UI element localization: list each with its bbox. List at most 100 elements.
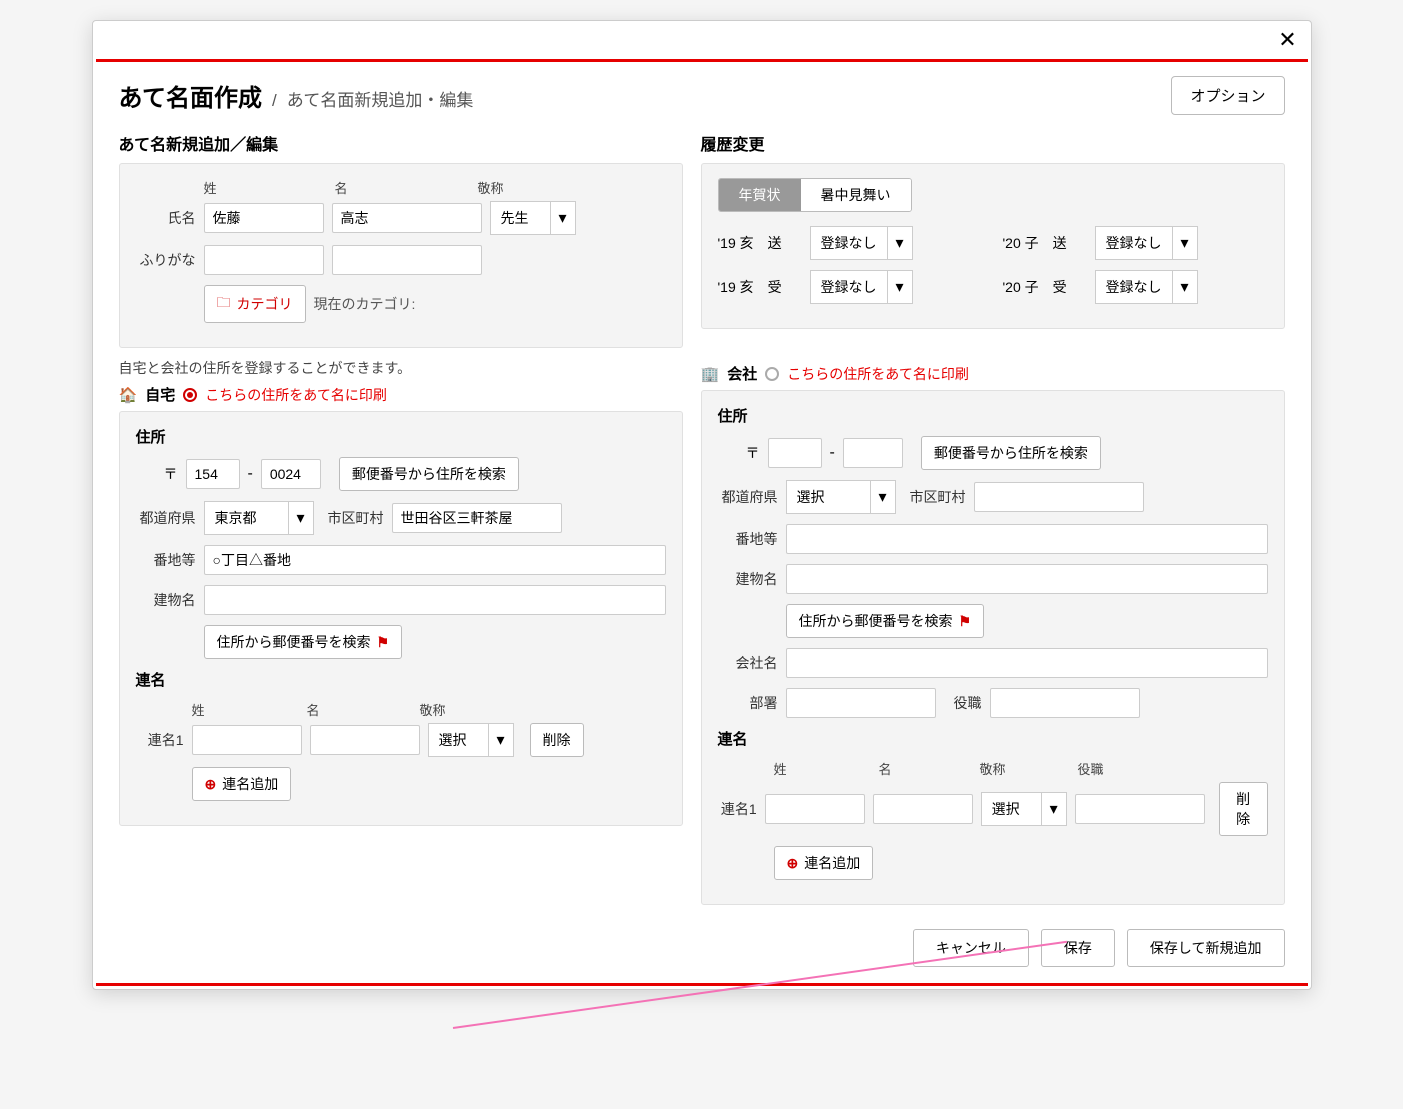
right-column: 履歴変更 年賀状 暑中見舞い '19 亥 送 登録なし ▾ '20 (701, 125, 1285, 905)
dept-input[interactable] (786, 688, 936, 718)
company-city-label: 市区町村 (910, 487, 966, 507)
add-renmei-button[interactable]: ⊕ 連名追加 (192, 767, 292, 801)
company-postal2-input[interactable] (843, 438, 903, 468)
company-radio[interactable] (765, 367, 779, 381)
pref-label: 都道府県 (136, 508, 196, 528)
search-postal-from-address-button[interactable]: 住所から郵便番号を検索 ⚑ (204, 625, 403, 659)
tab-shochumimai[interactable]: 暑中見舞い (801, 179, 911, 211)
company-renmei1-sei-input[interactable] (765, 794, 865, 824)
history-19-recv-select[interactable]: 登録なし ▾ (810, 270, 913, 304)
company-name-input[interactable] (786, 648, 1268, 678)
history-section-title: 履歴変更 (701, 131, 1285, 155)
company-header: 🏢 会社 こちらの住所をあて名に印刷 (701, 363, 1285, 384)
company-banchi-input[interactable] (786, 524, 1268, 554)
renmei-mei-label: 名 (307, 700, 320, 719)
postal1-input[interactable] (186, 459, 240, 489)
close-button[interactable]: ✕ (1273, 25, 1303, 55)
furigana-label: ふりがな (136, 250, 196, 270)
building-icon: 🏢 (701, 365, 720, 383)
sei-input[interactable] (204, 203, 324, 233)
home-icon: 🏠 (119, 386, 138, 404)
mei-input[interactable] (332, 203, 482, 233)
history-19-send-value: 登録なし (810, 226, 887, 260)
pref-select[interactable]: 東京都 ▾ (204, 501, 314, 535)
home-header: 🏠 自宅 こちらの住所をあて名に印刷 (119, 384, 683, 405)
history-20-recv-select[interactable]: 登録なし ▾ (1095, 270, 1198, 304)
renmei1-mei-input[interactable] (310, 725, 420, 755)
city-input[interactable] (392, 503, 562, 533)
postal2-input[interactable] (261, 459, 321, 489)
dept-label: 部署 (718, 693, 778, 713)
renmei1-keisho-select[interactable]: 選択 ▾ (428, 723, 514, 757)
company-search-address-button[interactable]: 郵便番号から住所を検索 (921, 436, 1101, 470)
plus-circle-icon: ⊕ (205, 776, 217, 793)
renmei-sei-label: 姓 (192, 700, 205, 719)
home-radio[interactable] (183, 388, 197, 402)
options-button[interactable]: オプション (1171, 76, 1284, 115)
search-address-from-postal-button[interactable]: 郵便番号から住所を検索 (339, 457, 519, 491)
furigana-sei-input[interactable] (204, 245, 324, 275)
company-search-postal-button[interactable]: 住所から郵便番号を検索 ⚑ (786, 604, 985, 638)
category-button[interactable]: 🗀 カテゴリ (204, 285, 306, 323)
chevron-down-icon: ▾ (1172, 270, 1198, 304)
chevron-down-icon: ▾ (887, 226, 913, 260)
home-print-note: こちらの住所をあて名に印刷 (205, 385, 387, 405)
company-banchi-label: 番地等 (718, 529, 778, 549)
chevron-down-icon: ▾ (1041, 792, 1067, 826)
company-renmei-subheader: 連名 (718, 728, 1268, 749)
company-renmei1-delete-button[interactable]: 削除 (1219, 782, 1268, 836)
renmei-keisho-label: 敬称 (420, 700, 446, 719)
address-subheader: 住所 (136, 426, 666, 447)
renmei1-delete-button[interactable]: 削除 (530, 723, 584, 757)
renmei1-sei-input[interactable] (192, 725, 302, 755)
company-city-input[interactable] (974, 482, 1144, 512)
company-name-label: 会社名 (718, 653, 778, 673)
footer: キャンセル 保存 保存して新規追加 (93, 917, 1311, 983)
history-19-recv-label: '19 亥 受 (718, 277, 798, 297)
save-button[interactable]: 保存 (1041, 929, 1115, 967)
company-pref-select[interactable]: 選択 ▾ (786, 480, 896, 514)
furigana-mei-input[interactable] (332, 245, 482, 275)
tab-nengajo[interactable]: 年賀状 (719, 179, 801, 211)
company-renmei-mei-label: 名 (879, 759, 892, 778)
postal-mark: 〒 (164, 464, 178, 484)
history-20-send-label: '20 子 送 (1003, 233, 1083, 253)
banchi-input[interactable] (204, 545, 666, 575)
left-column: あて名新規追加／編集 姓 名 敬称 氏名 先生 ▾ ふりが (119, 125, 683, 905)
history-19-send-select[interactable]: 登録なし ▾ (810, 226, 913, 260)
home-label: 自宅 (145, 384, 175, 405)
keisho-select[interactable]: 先生 ▾ (490, 201, 576, 235)
col-mei-label: 名 (335, 178, 348, 197)
col-keisho-label: 敬称 (478, 178, 504, 197)
company-postal1-input[interactable] (768, 438, 822, 468)
company-add-renmei-button[interactable]: ⊕ 連名追加 (774, 846, 874, 880)
role-input[interactable] (990, 688, 1140, 718)
save-and-new-button[interactable]: 保存して新規追加 (1127, 929, 1285, 967)
search-postal-label: 住所から郵便番号を検索 (217, 632, 371, 652)
add-renmei-label: 連名追加 (222, 774, 278, 794)
shimei-label: 氏名 (136, 208, 196, 228)
building-input[interactable] (204, 585, 666, 615)
keisho-value: 先生 (490, 201, 550, 235)
current-category-label: 現在のカテゴリ: (314, 294, 416, 314)
building-label: 建物名 (136, 590, 196, 610)
company-address-subheader: 住所 (718, 405, 1268, 426)
company-renmei1-keisho-value: 選択 (981, 792, 1041, 826)
chevron-down-icon: ▾ (1172, 226, 1198, 260)
folder-icon: 🗀 (217, 292, 231, 316)
titlebar: ✕ (93, 21, 1311, 59)
chevron-down-icon: ▾ (550, 201, 576, 235)
chevron-down-icon: ▾ (288, 501, 314, 535)
company-renmei1-keisho-select[interactable]: 選択 ▾ (981, 792, 1067, 826)
history-20-send-select[interactable]: 登録なし ▾ (1095, 226, 1198, 260)
header: あて名面作成 / あて名面新規追加・編集 オプション (93, 62, 1311, 125)
company-building-input[interactable] (786, 564, 1268, 594)
flag-icon: ⚑ (377, 634, 390, 651)
company-label: 会社 (727, 363, 757, 384)
page-title: あて名面作成 (119, 78, 263, 113)
history-19-send-label: '19 亥 送 (718, 233, 798, 253)
company-renmei1-mei-input[interactable] (873, 794, 973, 824)
page-subtitle: あて名面新規追加・編集 (287, 86, 474, 111)
company-renmei1-role-input[interactable] (1075, 794, 1205, 824)
company-address-panel: 住所 〒 - 郵便番号から住所を検索 都道府県 選択 ▾ 市区町村 (701, 390, 1285, 905)
